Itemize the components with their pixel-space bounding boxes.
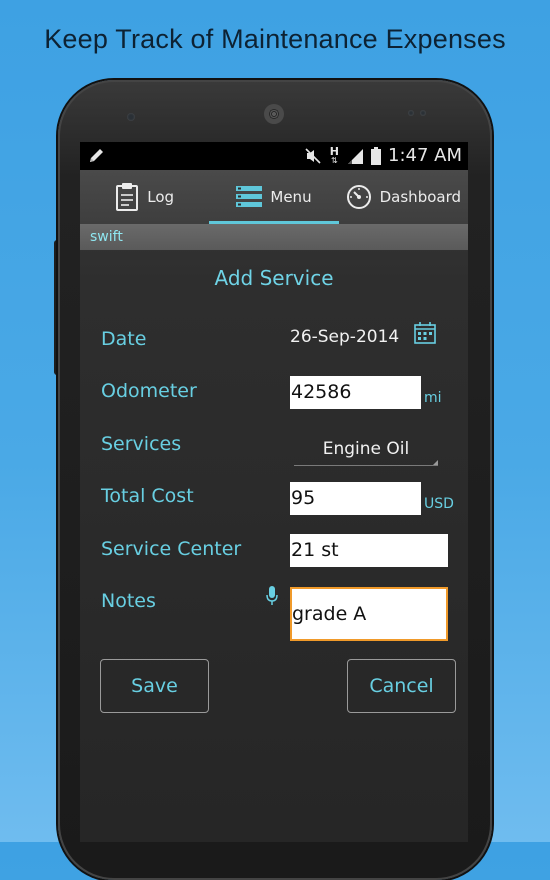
menu-list-icon [236,186,263,208]
sensor-dot [408,110,414,116]
status-bar: H ⇅ 1:47 AM [80,142,468,170]
vehicle-name-bar: swift [80,224,468,250]
total-cost-unit: USD [424,496,454,512]
tab-dashboard[interactable]: Dashboard [339,170,468,224]
tab-dashboard-label: Dashboard [379,188,462,206]
clipboard-icon [115,182,139,212]
cancel-button[interactable]: Cancel [347,659,456,713]
network-type-label: H [329,144,339,158]
promo-title: Keep Track of Maintenance Expenses [44,24,506,54]
odometer-label: Odometer [101,380,197,402]
odometer-unit: mi [424,390,442,406]
service-center-label: Service Center [101,538,242,560]
sensor-dot [127,113,135,121]
sensor-dot [420,110,426,116]
service-center-input[interactable]: 21 st [290,534,448,567]
total-cost-input[interactable]: 95 [290,482,421,515]
save-button[interactable]: Save [100,659,209,713]
notes-label: Notes [101,590,156,612]
date-label: Date [101,328,147,350]
tab-log[interactable]: Log [80,170,209,224]
vehicle-name: swift [90,229,123,245]
odometer-input[interactable]: 42586 [290,376,421,409]
mute-icon [305,147,323,164]
notes-input[interactable]: grade A [290,587,448,641]
tab-menu[interactable]: Menu [209,170,339,224]
battery-icon [371,146,381,165]
signal-icon [346,148,364,164]
services-label: Services [101,433,182,455]
tab-bar: Log Menu Dashboard [80,170,468,224]
data-indicator-icon: H ⇅ [329,144,339,165]
page-title: Add Service [214,266,334,290]
total-cost-label: Total Cost [101,485,194,507]
speedometer-icon [346,184,372,210]
app-screen: H ⇅ 1:47 AM Log Menu Dashboard swift Add… [80,142,468,842]
pencil-icon [88,146,106,169]
clock: 1:47 AM [388,145,462,166]
microphone-icon[interactable] [266,586,278,610]
date-value[interactable]: 26-Sep-2014 [290,327,399,347]
tab-log-label: Log [147,188,175,206]
front-camera [264,104,284,124]
services-dropdown[interactable]: Engine Oil [294,433,438,466]
calendar-icon[interactable] [414,322,436,348]
tab-menu-label: Menu [270,188,312,206]
